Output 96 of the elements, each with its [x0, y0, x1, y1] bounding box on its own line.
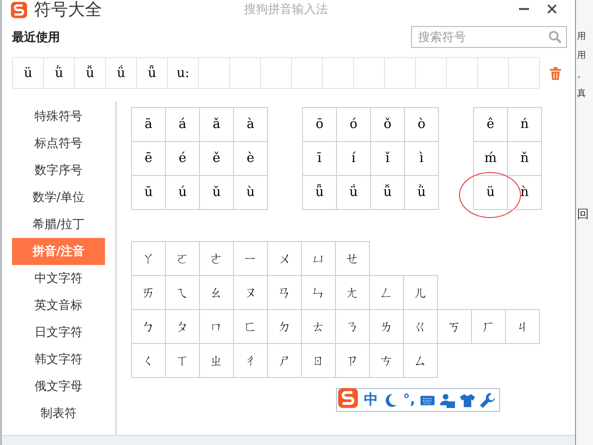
symbol-cell[interactable]: ū: [132, 176, 166, 210]
sidebar-item[interactable]: 数字序号: [12, 157, 105, 184]
symbol-cell[interactable]: ī: [303, 142, 337, 176]
shirt-icon[interactable]: [460, 392, 476, 408]
symbol-cell[interactable]: ò: [405, 108, 439, 142]
symbol-cell[interactable]: ㄖ: [302, 344, 336, 378]
symbol-cell[interactable]: ㄠ: [200, 276, 234, 310]
sidebar-item[interactable]: 英文音标: [12, 292, 105, 319]
symbol-cell[interactable]: ü: [474, 176, 508, 210]
symbol-cell[interactable]: á: [166, 108, 200, 142]
background-text: 。: [577, 69, 587, 81]
symbol-cell[interactable]: ǚ: [371, 176, 405, 210]
symbol-cell[interactable]: ì: [405, 142, 439, 176]
symbol-cell[interactable]: ㄕ: [268, 344, 302, 378]
symbol-cell[interactable]: ǹ: [508, 176, 542, 210]
symbol-cell[interactable]: ㄘ: [370, 344, 404, 378]
symbol-cell[interactable]: ě: [200, 142, 234, 176]
symbol-cell[interactable]: ā: [132, 108, 166, 142]
symbol-cell[interactable]: ㄔ: [234, 344, 268, 378]
symbol-cell[interactable]: ㄍ: [404, 310, 438, 344]
symbol-cell[interactable]: ㄣ: [302, 276, 336, 310]
wrench-icon[interactable]: [480, 392, 496, 408]
user-icon[interactable]: [440, 392, 456, 408]
symbol-cell[interactable]: ǎ: [200, 108, 234, 142]
symbol-cell[interactable]: ō: [303, 108, 337, 142]
sidebar-item[interactable]: 中文字符: [12, 265, 105, 292]
search-field[interactable]: 搜索符号: [411, 26, 567, 48]
moon-icon[interactable]: [383, 392, 398, 408]
symbol-cell[interactable]: ㄟ: [166, 276, 200, 310]
sidebar-item[interactable]: 俄文字母: [12, 373, 105, 400]
sidebar-item[interactable]: 希腊/拉丁: [12, 211, 105, 238]
symbol-cell[interactable]: ㄑ: [132, 344, 166, 378]
symbol-cell[interactable]: ㄉ: [268, 310, 302, 344]
window-subtitle: 搜狗拼音输入法: [244, 2, 328, 16]
symbol-cell[interactable]: ㄅ: [132, 310, 166, 344]
symbol-cell[interactable]: à: [234, 108, 268, 142]
symbol-cell[interactable]: ㄦ: [404, 276, 438, 310]
trash-icon[interactable]: [550, 66, 561, 80]
symbol-cell[interactable]: ㄌ: [370, 310, 404, 344]
background-text: 用: [577, 31, 587, 43]
symbol-cell[interactable]: ㄒ: [166, 344, 200, 378]
symbol-cell[interactable]: ㄎ: [438, 310, 472, 344]
symbol-cell[interactable]: ㄩ: [302, 242, 336, 276]
symbol-cell[interactable]: ň: [508, 142, 542, 176]
ime-toggle[interactable]: 中: [364, 391, 378, 409]
symbol-cell[interactable]: ǔ: [200, 176, 234, 210]
symbol-cell[interactable]: ㄞ: [132, 276, 166, 310]
logo-icon[interactable]: [337, 387, 359, 409]
symbol-cell[interactable]: è: [234, 142, 268, 176]
symbol-cell[interactable]: ㄤ: [336, 276, 370, 310]
symbol-cell[interactable]: ㄡ: [234, 276, 268, 310]
symbol-cell[interactable]: ú: [166, 176, 200, 210]
symbol-cell[interactable]: ǒ: [371, 108, 405, 142]
symbol-cell[interactable]: ㄙ: [404, 344, 438, 378]
sidebar-item[interactable]: 日文字符: [12, 319, 105, 346]
symbol-cell[interactable]: ḿ: [474, 142, 508, 176]
symbol-cell[interactable]: ㄧ: [234, 242, 268, 276]
symbol-cell[interactable]: ㄢ: [268, 276, 302, 310]
symbol-cell[interactable]: ㄋ: [336, 310, 370, 344]
symbol-cell[interactable]: ǜ: [405, 176, 439, 210]
symbol-cell[interactable]: ㄈ: [234, 310, 268, 344]
symbol-cell[interactable]: ㄗ: [336, 344, 370, 378]
background-text: 用: [577, 50, 587, 62]
sidebar-item[interactable]: 特殊符号: [12, 103, 105, 130]
symbol-cell[interactable]: ǐ: [371, 142, 405, 176]
symbol-cell[interactable]: ㄚ: [132, 242, 166, 276]
background-text: 回: [577, 206, 590, 223]
symbol-cell[interactable]: ㄆ: [166, 310, 200, 344]
symbol-cell[interactable]: ń: [508, 108, 542, 142]
window-title: 符号大全: [34, 0, 102, 20]
symbol-cell[interactable]: ㄓ: [200, 344, 234, 378]
symbol-cell[interactable]: ó: [337, 108, 371, 142]
symbol-cell[interactable]: ê: [474, 108, 508, 142]
sidebar-item[interactable]: 标点符号: [12, 130, 105, 157]
symbol-cell[interactable]: ㄜ: [200, 242, 234, 276]
sidebar-item[interactable]: 制表符: [12, 400, 105, 427]
symbol-cell[interactable]: ㄐ: [506, 310, 540, 344]
symbol-cell[interactable]: ǖ: [303, 176, 337, 210]
symbol-cell[interactable]: ㄨ: [268, 242, 302, 276]
ime-toggle[interactable]: °,: [403, 392, 416, 408]
sidebar-item[interactable]: 韩文字符: [12, 346, 105, 373]
symbol-cell[interactable]: í: [337, 142, 371, 176]
symbol-cell[interactable]: ē: [132, 142, 166, 176]
symbol-cell[interactable]: ǘ: [337, 176, 371, 210]
symbol-cell[interactable]: ㄇ: [200, 310, 234, 344]
recent-label: 最近使用: [12, 28, 60, 46]
symbol-cell[interactable]: ㄏ: [472, 310, 506, 344]
close-icon[interactable]: [547, 4, 557, 14]
sidebar-item[interactable]: 数学/单位: [12, 184, 105, 211]
symbol-cell[interactable]: ㄊ: [302, 310, 336, 344]
symbol-cell[interactable]: é: [166, 142, 200, 176]
background-text: 真: [577, 88, 587, 100]
symbol-cell[interactable]: ㄝ: [336, 242, 370, 276]
symbol-cell[interactable]: ù: [234, 176, 268, 210]
symbol-cell[interactable]: ㄥ: [370, 276, 404, 310]
symbol-cell[interactable]: ㄛ: [166, 242, 200, 276]
